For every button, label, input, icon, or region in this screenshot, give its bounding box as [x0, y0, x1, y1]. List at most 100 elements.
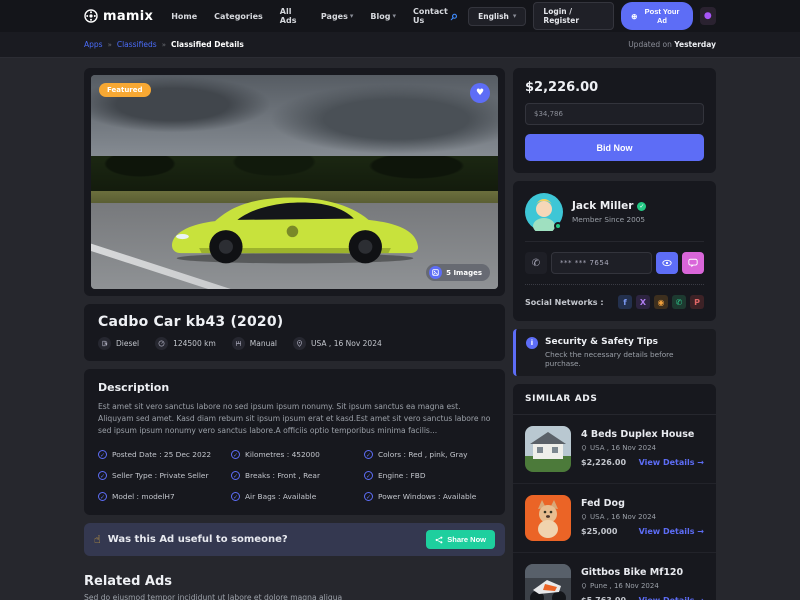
listing-photo: Featured ♥ 5 Images	[91, 75, 498, 289]
similar-ad-item[interactable]: 4 Beds Duplex House USA , 16 Nov 2024 $2…	[513, 415, 716, 484]
listing-price: $2,226.00	[525, 80, 704, 95]
safety-subtitle: Check the necessary details before purch…	[545, 350, 706, 368]
nav-item-all-ads[interactable]: All Ads	[280, 7, 304, 25]
breadcrumb-classifieds[interactable]: Classifieds	[117, 40, 157, 49]
language-label: English	[478, 12, 509, 21]
spec-air-bags: ✓Air Bags : Available	[231, 492, 358, 501]
location-icon	[581, 514, 587, 520]
view-details-link[interactable]: View Details →	[639, 527, 704, 536]
nav-item-categories[interactable]: Categories	[214, 12, 263, 21]
similar-ad-item[interactable]: Gittbos Bike Mf120 Pune , 16 Nov 2024 $5…	[513, 553, 716, 600]
login-register-button[interactable]: Login / Register	[533, 2, 614, 30]
chevron-down-icon: ▾	[392, 12, 396, 20]
breadcrumb: Apps » Classifieds » Classified Details	[84, 40, 244, 49]
breadcrumb-current: Classified Details	[171, 40, 244, 49]
seller-card: Jack Miller ✓ Member Since 2005 ✆ *** **…	[513, 181, 716, 321]
seller-name: Jack Miller ✓	[572, 200, 646, 212]
similar-ad-title: 4 Beds Duplex House	[581, 429, 704, 440]
arrow-right-icon: →	[697, 527, 704, 536]
seller-avatar	[525, 193, 563, 231]
similar-ad-title: Fed Dog	[581, 498, 704, 509]
check-icon: ✓	[98, 450, 107, 459]
social-networks-label: Social Networks :	[525, 298, 604, 307]
nav-item-contact-us[interactable]: Contact Us	[413, 7, 451, 25]
spec-breaks: ✓Breaks : Front , Rear	[231, 471, 358, 480]
similar-ad-location: Pune , 16 Nov 2024	[581, 582, 704, 590]
safety-tips: i Security & Safety Tips Check the neces…	[513, 329, 716, 376]
breadcrumb-separator: »	[108, 41, 112, 49]
breadcrumb-bar: Apps » Classifieds » Classified Details …	[0, 32, 800, 58]
nav-item-home[interactable]: Home	[171, 12, 197, 21]
breadcrumb-apps[interactable]: Apps	[84, 40, 103, 49]
spec-list: ✓Posted Date : 25 Dec 2022 ✓Kilometres :…	[98, 450, 491, 501]
check-icon: ✓	[231, 492, 240, 501]
bid-amount-input[interactable]	[525, 103, 704, 125]
bid-now-button[interactable]: Bid Now	[525, 134, 704, 161]
language-selector[interactable]: English ▾	[468, 7, 526, 26]
phone-icon: ✆	[525, 252, 547, 274]
settings-button[interactable]: ●	[700, 7, 716, 25]
arrow-right-icon: →	[697, 596, 704, 600]
nav-links: Home Categories All Ads Pages▾ Blog▾ Con…	[171, 7, 451, 25]
chevron-down-icon: ▾	[513, 12, 517, 20]
verified-icon: ✓	[637, 202, 646, 211]
phone-row: ✆ *** *** 7654	[525, 252, 704, 274]
spec-model: ✓Model : modelH7	[98, 492, 225, 501]
location-badge: USA , 16 Nov 2024	[293, 337, 382, 350]
related-ads-section: Related Ads Sed do eiusmod tempor incidi…	[84, 574, 505, 600]
spec-engine: ✓Engine : FBD	[364, 471, 491, 480]
divider	[525, 241, 704, 242]
social-networks: Social Networks : f X ◉ ✆ P	[525, 295, 704, 309]
location-icon	[581, 445, 587, 451]
similar-ads-card: SIMILAR ADS 4 Beds Duplex House USA , 16…	[513, 384, 716, 600]
mileage-badge: 124500 km	[155, 337, 216, 350]
check-icon: ✓	[98, 471, 107, 480]
related-ads-subtitle: Sed do eiusmod tempor incididunt ut labo…	[84, 593, 505, 600]
view-details-link[interactable]: View Details →	[639, 596, 704, 600]
page: mamix Home Categories All Ads Pages▾ Blo…	[0, 0, 800, 600]
spec-kilometres: ✓Kilometres : 452000	[231, 450, 358, 459]
brand[interactable]: mamix	[84, 9, 153, 24]
x-twitter-icon[interactable]: X	[636, 295, 650, 309]
reveal-phone-button[interactable]	[656, 252, 678, 274]
share-now-button[interactable]: Share Now	[426, 530, 495, 549]
check-icon: ✓	[364, 492, 373, 501]
related-ads-heading: Related Ads	[84, 574, 505, 589]
fuel-badge: Diesel	[98, 337, 139, 350]
post-your-ad-button[interactable]: ⊕ Post Your Ad	[621, 2, 693, 30]
similar-ad-thumbnail-dog	[525, 495, 571, 541]
view-details-link[interactable]: View Details →	[639, 458, 704, 467]
featured-badge: Featured	[99, 83, 151, 97]
chat-button[interactable]	[682, 252, 704, 274]
facebook-icon[interactable]: f	[618, 295, 632, 309]
location-icon	[293, 337, 306, 350]
favorite-button[interactable]: ♥	[470, 83, 490, 103]
gearshift-icon	[232, 337, 245, 350]
description-card: Description Est amet sit vero sanctus la…	[84, 369, 505, 515]
image-count-button[interactable]: 5 Images	[426, 264, 490, 281]
transmission-badge: Manual	[232, 337, 277, 350]
gallery-icon	[429, 266, 442, 279]
chevron-down-icon: ▾	[350, 12, 354, 20]
nav-item-blog[interactable]: Blog▾	[370, 12, 396, 21]
location-icon	[581, 583, 587, 589]
share-banner-text: Was this Ad useful to someone?	[108, 534, 288, 545]
spec-seller-type: ✓Seller Type : Private Seller	[98, 471, 225, 480]
similar-ad-price: $25,000	[581, 527, 617, 536]
similar-ad-item[interactable]: Fed Dog USA , 16 Nov 2024 $25,000 View D…	[513, 484, 716, 553]
nav-item-pages[interactable]: Pages▾	[321, 12, 353, 21]
instagram-icon[interactable]: ◉	[654, 295, 668, 309]
pinterest-icon[interactable]: P	[690, 295, 704, 309]
plus-circle-icon: ⊕	[631, 12, 637, 21]
breadcrumb-separator: »	[162, 41, 166, 49]
similar-ads-heading: SIMILAR ADS	[513, 384, 716, 415]
similar-ad-price: $5,763.00	[581, 596, 626, 600]
masked-phone-number: *** *** 7654	[551, 252, 652, 274]
mamix-logo-icon	[84, 9, 98, 23]
whatsapp-icon[interactable]: ✆	[672, 295, 686, 309]
check-icon: ✓	[231, 450, 240, 459]
info-icon: i	[526, 337, 538, 349]
search-icon[interactable]: ⌕	[451, 9, 458, 24]
online-status-dot	[554, 222, 562, 230]
similar-ad-location: USA , 16 Nov 2024	[581, 513, 704, 521]
